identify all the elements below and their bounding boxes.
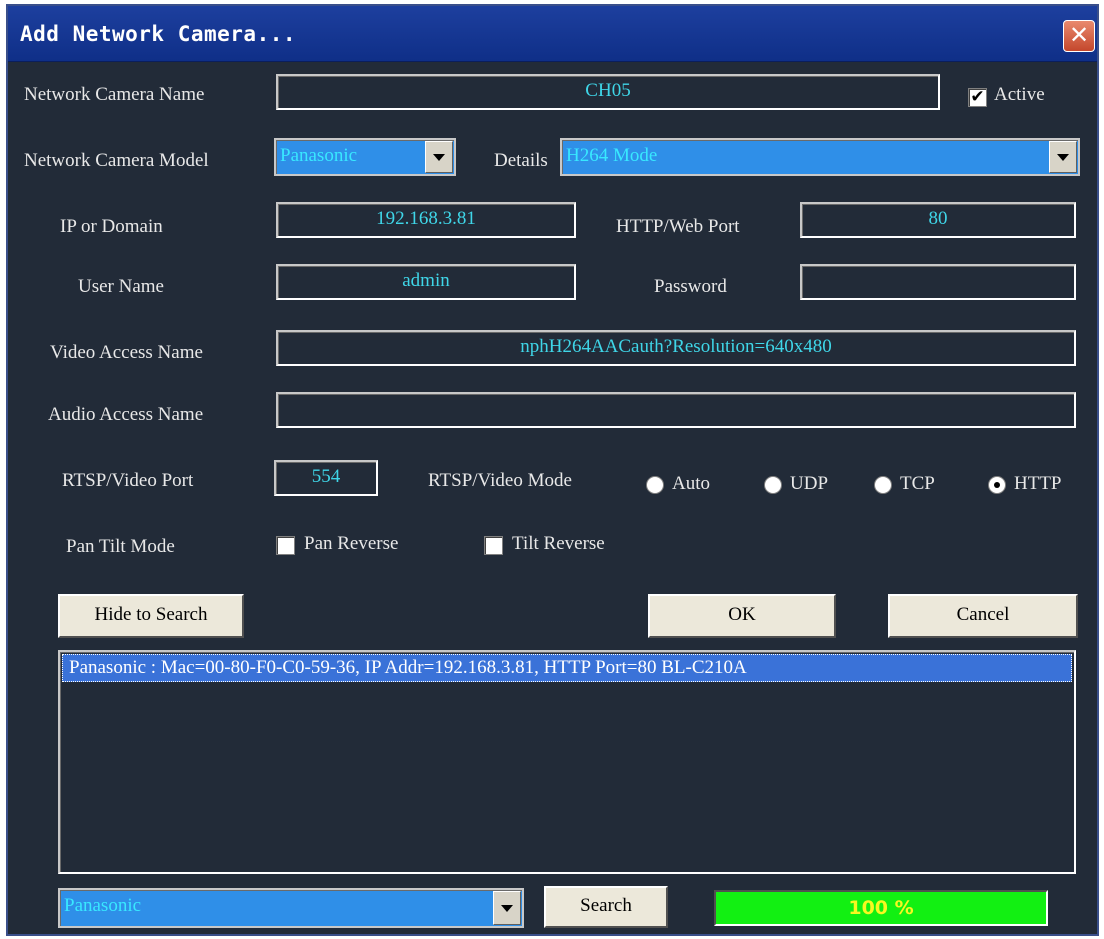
cancel-button[interactable]: Cancel (888, 594, 1078, 638)
details-value: H264 Mode (566, 145, 658, 166)
pan-tilt-label: Pan Tilt Mode (66, 536, 175, 557)
search-button[interactable]: Search (544, 886, 668, 928)
hide-to-search-button[interactable]: Hide to Search (58, 594, 244, 638)
chevron-down-icon[interactable] (425, 141, 453, 173)
active-label: Active (994, 84, 1045, 105)
video-access-label: Video Access Name (50, 342, 203, 363)
rtsp-mode-label: RTSP/Video Mode (428, 470, 572, 491)
details-select[interactable]: H264 Mode (560, 138, 1080, 176)
audio-access-input[interactable] (276, 392, 1076, 428)
ip-input[interactable]: 192.168.3.81 (276, 202, 576, 238)
radio-udp-label: UDP (790, 473, 829, 494)
dialog-title: Add Network Camera... (20, 22, 297, 46)
audio-access-label: Audio Access Name (48, 404, 204, 425)
chevron-down-icon[interactable] (493, 891, 521, 925)
ok-button[interactable]: OK (648, 594, 836, 638)
video-access-input[interactable]: nphH264AACauth?Resolution=640x480 (276, 330, 1076, 366)
add-network-camera-dialog: Add Network Camera... ✕ Network Camera N… (6, 4, 1099, 936)
radio-tcp-label: TCP (900, 473, 935, 494)
tilt-reverse-checkbox[interactable] (484, 536, 503, 555)
camera-model-select[interactable]: Panasonic (274, 138, 456, 176)
user-name-input[interactable]: admin (276, 264, 576, 300)
http-port-label: HTTP/Web Port (616, 216, 740, 237)
camera-name-label: Network Camera Name (24, 84, 205, 105)
radio-udp[interactable] (764, 476, 782, 494)
pan-reverse-checkbox[interactable] (276, 536, 295, 555)
list-item[interactable]: Panasonic : Mac=00-80-F0-C0-59-36, IP Ad… (62, 654, 1072, 682)
radio-auto[interactable] (646, 476, 664, 494)
password-input[interactable] (800, 264, 1076, 300)
pan-reverse-label: Pan Reverse (304, 533, 399, 554)
details-label: Details (494, 150, 548, 171)
tilt-reverse-label: Tilt Reverse (512, 533, 605, 554)
chevron-down-icon[interactable] (1049, 141, 1077, 173)
radio-auto-label: Auto (672, 473, 710, 494)
rtsp-port-input[interactable]: 554 (274, 460, 378, 496)
camera-name-input[interactable]: CH05 (276, 74, 940, 110)
rtsp-port-label: RTSP/Video Port (62, 470, 194, 491)
camera-model-value: Panasonic (280, 145, 358, 166)
search-vendor-value: Panasonic (64, 895, 142, 916)
radio-tcp[interactable] (874, 476, 892, 494)
title-bar[interactable]: Add Network Camera... ✕ (8, 6, 1097, 62)
password-label: Password (654, 276, 727, 297)
http-port-input[interactable]: 80 (800, 202, 1076, 238)
radio-http[interactable] (988, 476, 1006, 494)
camera-model-label: Network Camera Model (24, 150, 209, 171)
active-checkbox[interactable]: ✔ (968, 88, 987, 107)
user-name-label: User Name (78, 276, 164, 297)
radio-http-label: HTTP (1014, 473, 1062, 494)
search-results-list[interactable]: Panasonic : Mac=00-80-F0-C0-59-36, IP Ad… (58, 650, 1076, 874)
ip-label: IP or Domain (60, 216, 163, 237)
search-progress-bar: 100 % (714, 890, 1048, 926)
search-vendor-select[interactable]: Panasonic (58, 888, 524, 928)
close-icon[interactable]: ✕ (1063, 20, 1095, 52)
